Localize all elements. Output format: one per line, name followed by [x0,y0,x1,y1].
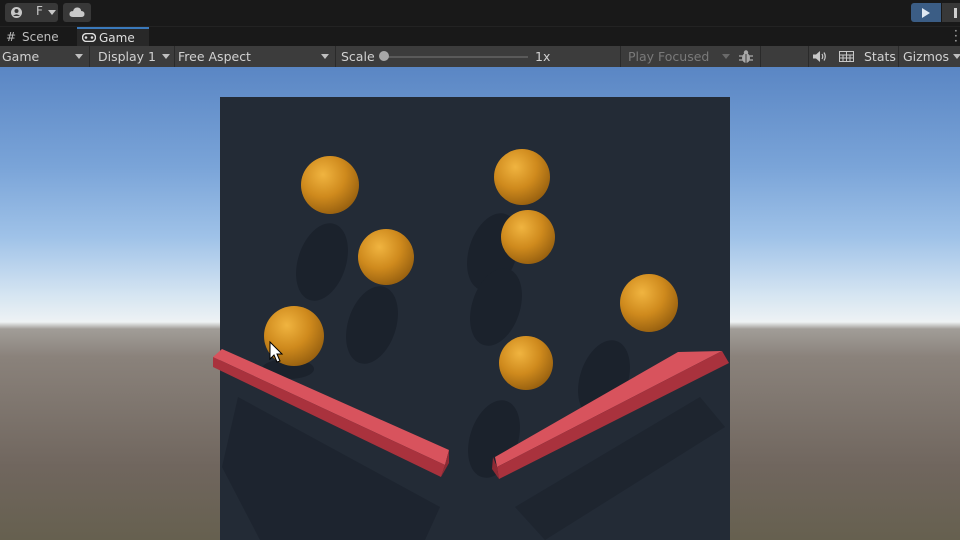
cloud-button[interactable] [63,3,91,22]
separator [335,46,336,67]
user-icon [11,7,22,18]
chevron-down-icon [722,54,730,59]
ball [358,229,414,285]
ball [494,149,550,205]
separator [89,46,90,67]
play-mode-dropdown[interactable]: Play Focused [628,46,732,67]
stats-button[interactable]: Stats [864,46,896,67]
ball [620,274,678,332]
hash-icon: # [6,30,17,44]
chevron-down-icon [953,54,960,59]
display-value: Display 1 [98,49,157,64]
account-label: F [36,4,43,18]
keyboard-icon[interactable] [839,51,854,62]
scale-slider-track[interactable] [380,56,528,58]
chevron-down-icon [75,54,83,59]
game-scene [213,97,730,540]
speaker-icon[interactable] [813,51,827,62]
play-mode-value: Play Focused [628,49,710,64]
gizmos-label: Gizmos [903,49,950,64]
game-view-toolbar: Game Display 1 Free Aspect Scale 1x Play… [0,46,960,68]
pause-button[interactable] [942,3,960,22]
display-dropdown[interactable]: Display 1 [98,46,173,67]
scale-slider-handle[interactable] [379,51,389,61]
play-button[interactable] [911,3,941,22]
chevron-down-icon [162,54,170,59]
editor-tab-row: # Scene Game · · · [0,25,960,48]
scale-label: Scale [341,49,375,64]
scale-value: 1x [535,49,551,64]
ball [301,156,359,214]
separator [808,46,809,67]
chevron-down-icon [321,54,329,59]
account-dropdown[interactable]: F [5,3,58,22]
tab-label: Scene [22,30,59,44]
tab-game[interactable]: Game [77,27,149,48]
game-viewport[interactable] [0,67,960,540]
ball [264,306,324,366]
separator [620,46,621,67]
ball [499,336,553,390]
pause-icon [954,8,957,18]
view-mode-dropdown[interactable]: Game [2,46,86,67]
bug-icon[interactable] [738,49,754,65]
more-options-icon[interactable]: · · · [954,25,958,47]
chevron-down-icon [48,10,56,15]
ball [501,210,555,264]
play-icon [922,8,930,18]
gizmos-dropdown[interactable]: Gizmos [903,46,960,67]
tab-scene[interactable]: # Scene [0,28,74,47]
separator [898,46,899,67]
separator [174,46,175,67]
aspect-dropdown[interactable]: Free Aspect [178,46,333,67]
aspect-value: Free Aspect [178,49,251,64]
separator [760,46,761,67]
view-mode-value: Game [2,49,40,64]
top-toolbar: F [0,0,960,26]
gamepad-icon [82,33,96,42]
cloud-icon [69,7,85,18]
